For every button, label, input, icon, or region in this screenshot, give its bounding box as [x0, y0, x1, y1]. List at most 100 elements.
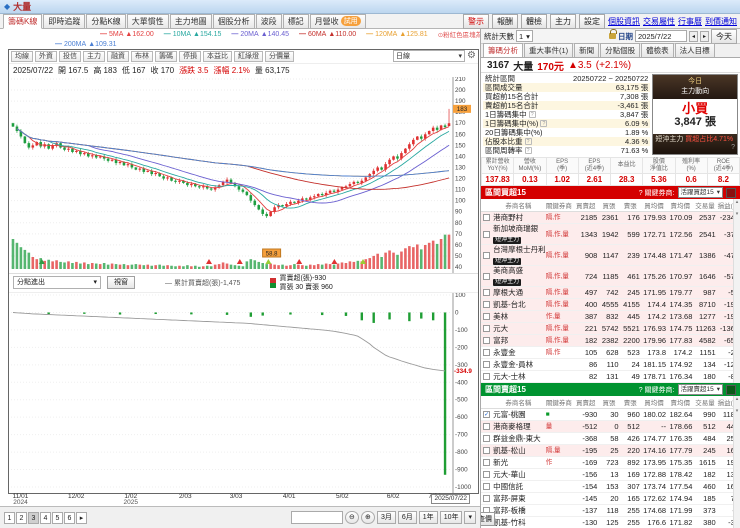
buy-row-6[interactable]: 美林 作,量 387 832 445 174.2 173.68 1277 -194 — [481, 310, 740, 323]
row-checkbox[interactable] — [483, 435, 491, 442]
row-checkbox[interactable] — [483, 495, 491, 502]
main-tab-4[interactable]: 主力地圖 — [169, 13, 212, 29]
toolbar-button-3[interactable]: 主力 — [550, 13, 576, 29]
buy-table-settings-button[interactable] — [726, 187, 736, 198]
page-button-3[interactable]: 3 — [28, 511, 39, 524]
gear-icon[interactable]: ⚙ — [467, 51, 476, 61]
main-tab-7[interactable]: 標記 — [282, 13, 309, 29]
toolbar-button-4[interactable]: 設定 — [579, 13, 605, 29]
next-day-button[interactable]: ▸ — [700, 30, 709, 42]
row-checkbox[interactable] — [483, 230, 491, 238]
range-button-0[interactable]: 3月 — [376, 511, 396, 525]
buy-row-9[interactable]: 永豐金隔,作105628523173.8174.21151-22 — [481, 346, 740, 359]
today-button[interactable]: 今天 — [711, 29, 737, 44]
lock-icon[interactable] — [609, 29, 617, 39]
main-tab-6[interactable]: 波段 — [255, 13, 282, 29]
buy-row-7[interactable]: 元大 隔,作,量 221 5742 5521 176.93 174.75 11263 -1368 — [481, 322, 740, 335]
row-checkbox[interactable] — [483, 289, 491, 296]
row-checkbox[interactable] — [483, 373, 491, 380]
buy-row-10[interactable]: 永豐金-員林 86 110 24 181.15 174.92 134 -120 — [481, 358, 740, 371]
page-button-1[interactable]: 1 — [4, 511, 15, 524]
sell-row-7[interactable]: 富邦-屏東-14520165172.62174.9418575 — [481, 492, 740, 505]
sell-key-broker-select[interactable]: 活躍賣超15 ▾ — [677, 384, 723, 395]
row-checkbox[interactable] — [483, 337, 491, 344]
row-checkbox[interactable]: ✓ — [483, 411, 491, 418]
panel-tab-5[interactable]: 法人目標 — [674, 43, 715, 57]
chart-chip-4[interactable]: 融資 — [107, 50, 129, 62]
panel-tab-3[interactable]: 分點個股 — [600, 43, 641, 57]
flow-window-button[interactable]: 視窗 — [107, 276, 135, 290]
sell-row-6[interactable]: 中國信託-154153307173.74177.54460163 — [481, 480, 740, 493]
row-checkbox[interactable] — [483, 301, 491, 308]
range-button-3[interactable]: 10年 — [439, 511, 463, 525]
main-tab-2[interactable]: 分點K線 — [86, 13, 126, 29]
header-link-3[interactable]: 到價通知 — [705, 16, 737, 27]
sell-row-5[interactable]: 元大-華山-15613169172.88178.42182139 — [481, 468, 740, 481]
help-icon[interactable]: ? — [528, 111, 536, 118]
row-checkbox[interactable] — [483, 349, 491, 356]
sell-table-settings-button[interactable] — [726, 384, 736, 395]
panel-tab-2[interactable]: 新聞 — [574, 43, 600, 57]
toolbar-button-0[interactable]: 警示 — [463, 13, 489, 29]
chart-chip-9[interactable]: 紅綠燈 — [234, 50, 263, 62]
sell-row-9[interactable]: 凱基-竹科-130125255176.6171.82380-36 — [481, 516, 740, 528]
row-checkbox[interactable] — [483, 272, 491, 280]
header-link-0[interactable]: 個股資訊 — [608, 16, 640, 27]
check-price-button[interactable]: 查價 — [481, 512, 495, 526]
buy-row-2[interactable]: 台灣摩根士丹利 短沖主力 隔,作,量 908 1147 239 174.48 171.47 13… — [481, 244, 740, 266]
chart-chip-0[interactable]: 均線 — [11, 50, 33, 62]
sell-row-4[interactable]: 新光作-169723892173.95175.351615194 — [481, 456, 740, 469]
stat-days-select[interactable]: 1 ▾ — [516, 30, 533, 42]
buy-row-0[interactable]: 港商野村 隔,作 2185 2361 176 179.93 170.09 2537 -2342 — [481, 211, 740, 224]
chart-chip-7[interactable]: 停損 — [179, 50, 201, 62]
sell-row-8[interactable]: 富邦-板橋-137118255174.68171.99373-5 — [481, 504, 740, 517]
zoom-out-button[interactable]: ⊖ — [344, 511, 359, 525]
page-button-6[interactable]: 6 — [64, 511, 75, 524]
main-tab-3[interactable]: 大單慣性 — [126, 13, 169, 29]
page-button-4[interactable]: 4 — [40, 511, 51, 524]
chart-chip-3[interactable]: 主力 — [83, 50, 105, 62]
toolbar-button-2[interactable]: 體檢 — [521, 13, 547, 29]
chart-chip-2[interactable]: 投信 — [59, 50, 81, 62]
price-volume-chart[interactable]: 2102001901801701601501401301201101009080… — [9, 76, 479, 273]
buy-key-broker-select[interactable]: 活躍買超15 ▾ — [677, 187, 723, 198]
header-link-1[interactable]: 交易屬性 — [643, 16, 675, 27]
main-tab-0[interactable]: 籌碼K線 — [3, 13, 43, 29]
help-icon[interactable]: ? — [731, 144, 735, 152]
main-tab-5[interactable]: 個股分析 — [212, 13, 255, 29]
sell-row-1[interactable]: 港商麥格理量-5120512--178.66512444 — [481, 420, 740, 433]
chart-chip-6[interactable]: 籌碼 — [155, 50, 177, 62]
header-link-2[interactable]: 行事曆 — [678, 16, 702, 27]
panel-tab-4[interactable]: 體檢表 — [641, 43, 674, 57]
help-icon[interactable]: ? — [524, 147, 532, 154]
buy-row-5[interactable]: 凱基-台北 隔,作,量 400 4555 4155 174.4 174.35 8710 -194 — [481, 298, 740, 311]
sell-table-scrollbar[interactable]: ▴ ▾ — [733, 396, 740, 528]
range-button-2[interactable]: 1年 — [418, 511, 438, 525]
quick-search-input[interactable] — [290, 511, 343, 525]
help-icon[interactable]: ? — [524, 138, 532, 145]
buy-row-3[interactable]: 美商高盛 短沖主力 隔,作,量 724 1185 461 175.26 170.97 1646-… — [481, 265, 740, 287]
date-input[interactable]: 2025/7/22 — [635, 30, 687, 42]
row-checkbox[interactable] — [483, 361, 491, 368]
buy-row-1[interactable]: 新加坡商瑞銀 短沖主力 隔,作,量 1343 1942 599 172.71 172.56 25… — [481, 223, 740, 245]
help-icon[interactable]: ? — [540, 120, 548, 127]
row-checkbox[interactable] — [483, 447, 491, 454]
broker-flow-chart[interactable]: 1000-100-200-300-400-500-600-700-800-900… — [9, 292, 479, 493]
chart-chip-5[interactable]: 布林 — [131, 50, 153, 62]
zoom-in-button[interactable]: ⊕ — [360, 511, 375, 525]
sell-row-3[interactable]: 凱基-松山隔,量-19525220174.16177.79245161 — [481, 444, 740, 457]
chart-chip-10[interactable]: 分價量 — [265, 50, 294, 62]
period-select[interactable]: 日線 ▾ — [393, 50, 466, 63]
toolbar-button-1[interactable]: 報酬 — [492, 13, 518, 29]
row-checkbox[interactable] — [483, 459, 491, 466]
chart-chip-8[interactable]: 本益比 — [203, 50, 232, 62]
range-button-1[interactable]: 6月 — [397, 511, 417, 525]
prev-day-button[interactable]: ◂ — [689, 30, 698, 42]
panel-tab-0[interactable]: 籌碼分析 — [483, 43, 523, 57]
buy-table-scrollbar[interactable]: ▴ ▾ — [733, 199, 740, 383]
row-checkbox[interactable] — [483, 483, 491, 490]
row-checkbox[interactable] — [483, 325, 491, 332]
sell-row-2[interactable]: 群益金鼎-東大-36858426174.77176.35484252 — [481, 432, 740, 445]
row-checkbox[interactable] — [483, 423, 491, 430]
buy-row-4[interactable]: 摩根大通隔,作,量497742245171.95179.77987-52 — [481, 286, 740, 299]
